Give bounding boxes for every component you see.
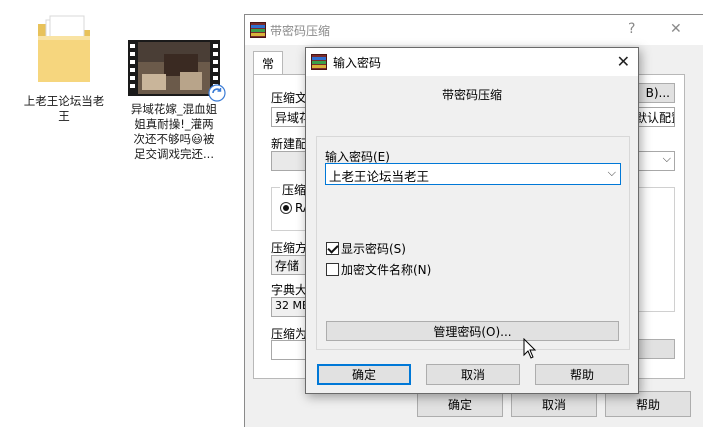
help-title-button[interactable]: ? — [628, 21, 635, 37]
close-title-button[interactable]: ✕ — [670, 21, 682, 37]
method-label: 压缩方 — [271, 241, 308, 255]
desktop-folder-item[interactable]: 上老王论坛当老 王 — [14, 10, 114, 124]
cancel-button[interactable]: 取消 — [426, 364, 520, 385]
password-combo[interactable]: 上老王论坛当老王 ⌵ — [325, 163, 621, 185]
sync-badge-icon — [208, 84, 226, 102]
desktop-video-item[interactable]: 异域花嫁_混血姐 姐真耐操!_灌两 次还不够吗😃被 足交调戏完还... — [116, 40, 232, 162]
archive-dialog-titlebar[interactable]: 带密码压缩 ? ✕ — [245, 15, 703, 45]
show-password-option[interactable]: 显示密码(S) — [326, 240, 406, 257]
dict-label: 字典大 — [271, 283, 308, 297]
video-thumbnail-icon — [128, 40, 226, 102]
folder-icon — [38, 15, 90, 82]
close-icon[interactable]: ✕ — [617, 52, 630, 71]
password-dialog-titlebar[interactable]: 输入密码 ✕ — [306, 48, 638, 76]
encrypt-names-label: 加密文件名称(N) — [341, 263, 432, 277]
folder-label: 上老王论坛当老 王 — [23, 94, 105, 123]
winrar-icon — [250, 22, 266, 38]
new-profile-label: 新建配 — [271, 137, 308, 151]
password-value: 上老王论坛当老王 — [329, 169, 430, 184]
archive-name-label: 压缩文 — [271, 91, 308, 105]
password-dialog: 输入密码 ✕ 带密码压缩 输入密码(E) 上老王论坛当老王 ⌵ 显示密码(S) … — [305, 47, 639, 394]
winrar-icon — [311, 54, 327, 70]
archive-help-button[interactable]: 帮助 — [605, 391, 691, 417]
manage-passwords-button[interactable]: 管理密码(O)... — [326, 321, 619, 341]
archive-dialog-title: 带密码压缩 — [270, 23, 331, 38]
mouse-cursor-icon — [523, 338, 537, 359]
show-password-checkbox[interactable] — [326, 242, 339, 255]
video-label: 异域花嫁_混血姐 姐真耐操!_灌两 次还不够吗😃被 足交调戏完还... — [130, 102, 218, 161]
password-dialog-title: 输入密码 — [333, 55, 382, 70]
archive-ok-button[interactable]: 确定 — [417, 391, 503, 417]
radio-selected-icon — [280, 202, 292, 214]
archive-cancel-button[interactable]: 取消 — [511, 391, 597, 417]
chevron-down-icon: ⌵ — [662, 152, 671, 165]
encrypt-names-option[interactable]: 加密文件名称(N) — [326, 261, 431, 278]
chevron-down-icon[interactable]: ⌵ — [608, 166, 616, 180]
chevron-down-icon: ⌵ — [662, 108, 671, 121]
help-button[interactable]: 帮助 — [535, 364, 629, 385]
ok-button[interactable]: 确定 — [317, 364, 411, 385]
show-password-label: 显示密码(S) — [341, 242, 406, 256]
encrypt-names-checkbox[interactable] — [326, 263, 339, 276]
dialog-caption: 带密码压缩 — [441, 88, 502, 102]
